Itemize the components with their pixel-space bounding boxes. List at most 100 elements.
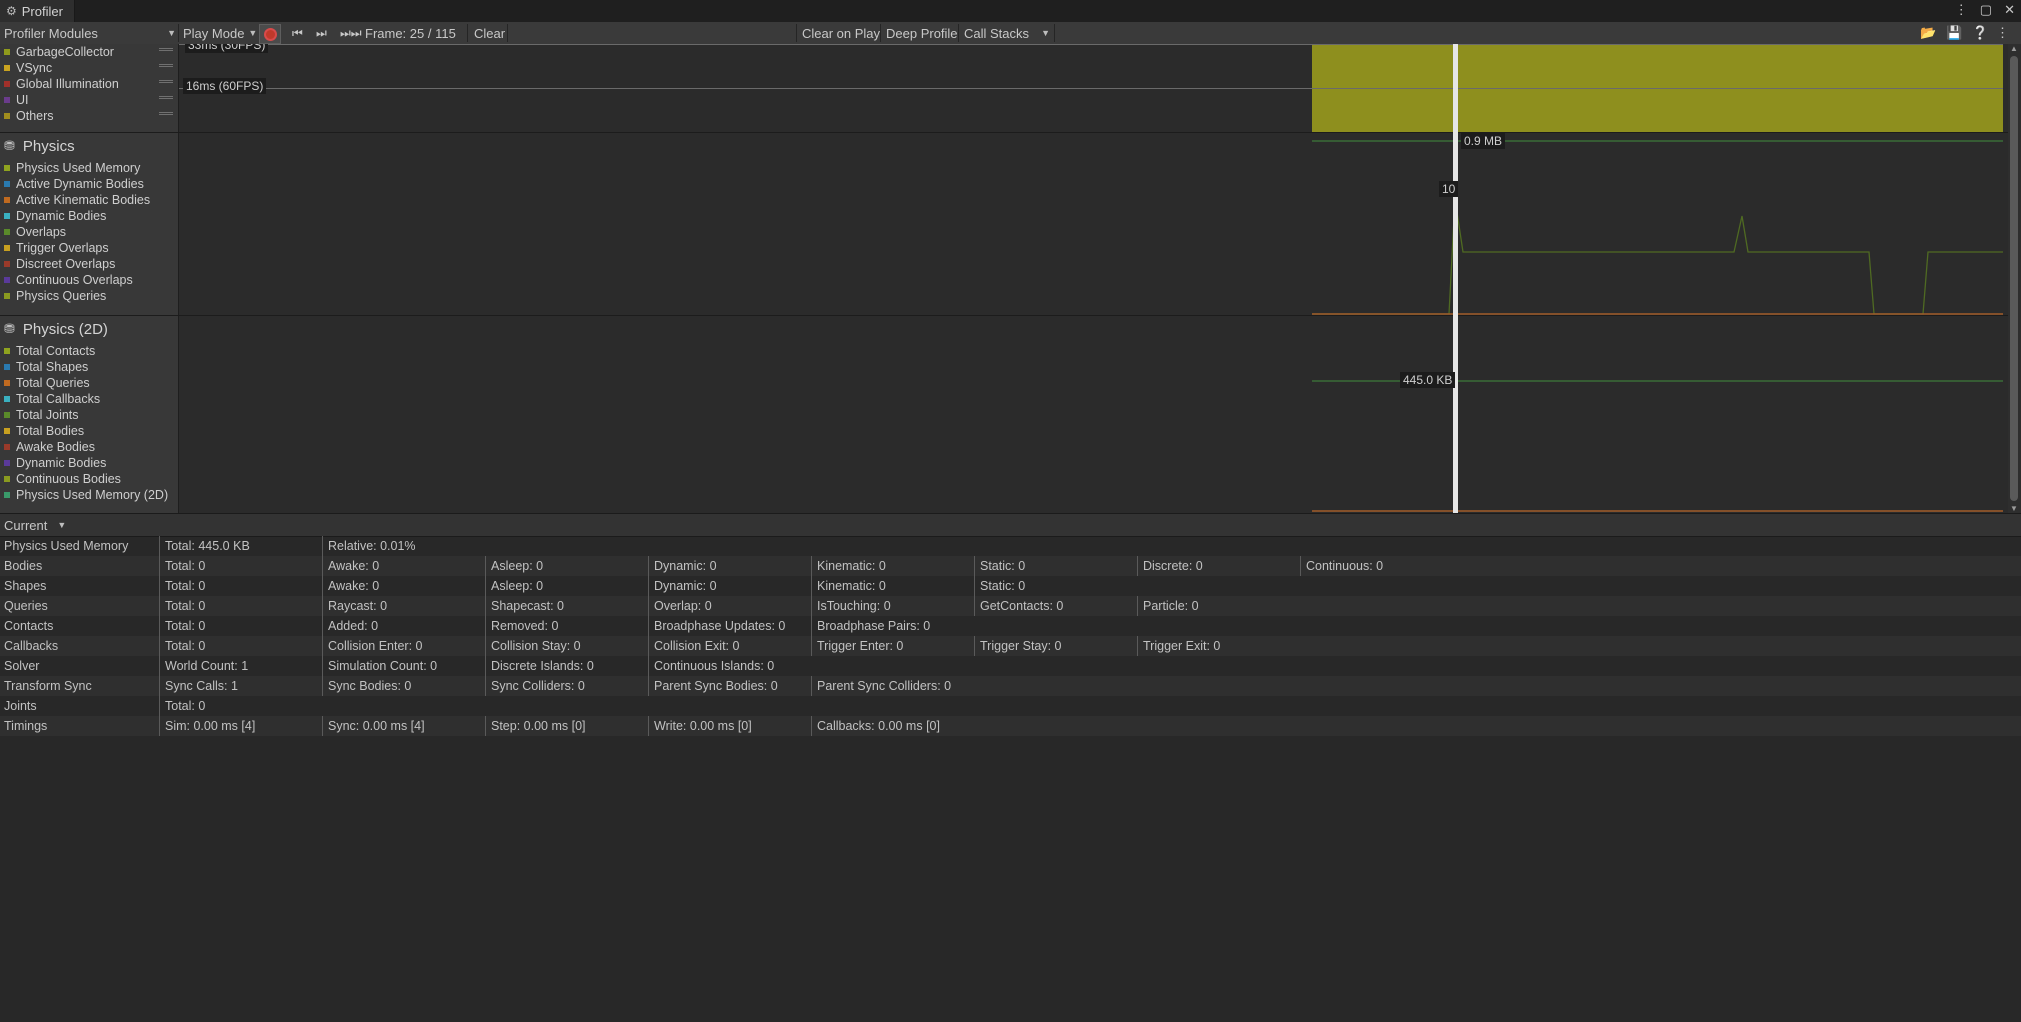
table-row: Transform Sync Sync Calls: 1 Sync Bodies: … [0, 676, 2021, 696]
profiler-tab[interactable]: ⚙ Profiler [0, 0, 75, 22]
legend-item[interactable]: Total Contacts [4, 343, 95, 359]
scroll-down-icon[interactable]: ▼ [2010, 504, 2018, 513]
legend-item[interactable]: Active Dynamic Bodies [4, 176, 144, 192]
module-list: GarbageCollector VSync Global Illuminati… [0, 44, 179, 513]
row-value: Total: 0 [159, 696, 205, 716]
drag-handle-icon[interactable] [159, 96, 173, 99]
row-value: Trigger Enter: 0 [811, 636, 903, 656]
drag-handle-icon[interactable] [159, 48, 173, 51]
row-label: Callbacks [4, 639, 59, 653]
legend-label: Dynamic Bodies [16, 456, 107, 470]
drag-handle-icon[interactable] [159, 112, 173, 115]
row-value: Total: 0 [159, 576, 205, 596]
row-value: Shapecast: 0 [485, 596, 564, 616]
legend-swatch [4, 348, 10, 354]
modules-label: Profiler Modules [4, 25, 98, 41]
row-value: Total: 0 [159, 556, 205, 576]
physics2d-memory-value: 445.0 KB [1400, 372, 1456, 388]
row-label: Contacts [4, 619, 54, 633]
save-button[interactable]: 💾 [1946, 22, 1962, 44]
current-frame-button[interactable]: ⏭⏭ [340, 22, 362, 44]
legend-item[interactable]: Dynamic Bodies [4, 455, 106, 471]
help-button[interactable]: ❔ [1972, 22, 1988, 44]
legend-item[interactable]: Total Shapes [4, 359, 88, 375]
legend-label: Others [16, 109, 54, 123]
row-label: Shapes [4, 579, 47, 593]
legend-item[interactable]: VSync [4, 60, 52, 76]
legend-item[interactable]: Total Joints [4, 407, 79, 423]
legend-item[interactable]: GarbageCollector [4, 44, 114, 60]
row-value: Trigger Stay: 0 [974, 636, 1062, 656]
legend-swatch [4, 428, 10, 434]
module-graphs[interactable]: 33ms (30FPS) 16ms (60FPS) 0.9 MB 10 445.… [179, 44, 2011, 513]
legend-item[interactable]: Physics Used Memory (2D) [4, 487, 168, 503]
legend-item[interactable]: Continuous Overlaps [4, 272, 133, 288]
legend-label: Global Illumination [16, 77, 119, 91]
scroll-up-icon[interactable]: ▲ [2010, 44, 2018, 53]
row-value: Overlap: 0 [648, 596, 712, 616]
play-mode-dropdown[interactable]: Play Mode ▼ [183, 22, 257, 44]
drag-handle-icon[interactable] [159, 64, 173, 67]
legend-item[interactable]: Total Bodies [4, 423, 84, 439]
legend-item[interactable]: Active Kinematic Bodies [4, 192, 150, 208]
legend-item[interactable]: Total Queries [4, 375, 90, 391]
row-label: Bodies [4, 559, 43, 573]
legend-swatch [4, 380, 10, 386]
options-button[interactable]: ⋮ [1996, 22, 2009, 44]
legend-item[interactable]: Dynamic Bodies [4, 208, 106, 224]
clear-on-play-button[interactable]: Clear on Play [802, 22, 880, 44]
load-button[interactable]: 📂 [1920, 22, 1936, 44]
physics-graph-bg [179, 133, 1312, 315]
deep-profile-button[interactable]: Deep Profile [886, 22, 958, 44]
profiler-toolbar: Profiler Modules ▼ Play Mode ▼ ⏮ ⏭ ⏭⏭ Fr… [0, 22, 2021, 45]
clear-button[interactable]: Clear [474, 22, 505, 44]
chevron-down-icon: ▼ [57, 520, 67, 530]
call-stacks-dropdown[interactable]: Call Stacks ▼ [964, 22, 1050, 44]
frame-counter: Frame: 25 / 115 [365, 25, 456, 41]
details-header: Current ▼ [0, 513, 2021, 537]
physics2d-module-header[interactable]: ⛃ Physics (2D) [4, 319, 108, 339]
legend-label: Total Contacts [16, 344, 96, 358]
legend-item[interactable]: Physics Used Memory [4, 160, 140, 176]
row-value: Step: 0.00 ms [0] [485, 716, 586, 736]
physics-icon: ⛃ [4, 138, 15, 153]
legend-item[interactable]: Awake Bodies [4, 439, 95, 455]
maximize-icon[interactable]: ▢ [1980, 2, 1992, 18]
legend-item[interactable]: Overlaps [4, 224, 66, 240]
scrollbar-thumb[interactable] [2010, 56, 2018, 501]
legend-label: Trigger Overlaps [16, 241, 109, 255]
row-value: Total: 445.0 KB [159, 536, 250, 556]
close-icon[interactable]: ✕ [2004, 2, 2015, 18]
row-value: Removed: 0 [485, 616, 558, 636]
record-icon [263, 27, 277, 41]
record-button[interactable] [259, 24, 281, 44]
legend-item[interactable]: Total Callbacks [4, 391, 100, 407]
row-value: World Count: 1 [159, 656, 248, 676]
legend-item[interactable]: Discreet Overlaps [4, 256, 115, 272]
next-frame-button[interactable]: ⏭ [316, 22, 327, 44]
view-mode-dropdown[interactable]: Current ▼ [4, 514, 66, 536]
row-label: Queries [4, 599, 48, 613]
row-value: Sync Colliders: 0 [485, 676, 585, 696]
selected-frame-marker[interactable] [1453, 44, 1458, 513]
legend-item[interactable]: Physics Queries [4, 288, 106, 304]
call-stacks-label: Call Stacks [964, 25, 1030, 41]
drag-handle-icon[interactable] [159, 80, 173, 83]
table-row: Timings Sim: 0.00 ms [4] Sync: 0.00 ms [4]… [0, 716, 2021, 736]
legend-label: Continuous Bodies [16, 472, 121, 486]
legend-item[interactable]: Others [4, 108, 54, 124]
table-row: Callbacks Total: 0 Collision Enter: 0 Colli… [0, 636, 2021, 656]
physics-module-header[interactable]: ⛃ Physics [4, 136, 75, 156]
row-value: Raycast: 0 [322, 596, 387, 616]
profiler-modules-dropdown[interactable]: Profiler Modules ▼ [4, 22, 176, 44]
row-value: Continuous: 0 [1300, 556, 1383, 576]
legend-item[interactable]: Global Illumination [4, 76, 119, 92]
legend-label: Total Bodies [16, 424, 85, 438]
legend-item[interactable]: UI [4, 92, 29, 108]
physics-memory-value: 0.9 MB [1461, 133, 1506, 149]
legend-item[interactable]: Continuous Bodies [4, 471, 121, 487]
previous-frame-button[interactable]: ⏮ [292, 22, 303, 44]
window-title: Profiler [21, 3, 63, 19]
more-options-icon[interactable]: ⋮ [1955, 2, 1968, 18]
legend-item[interactable]: Trigger Overlaps [4, 240, 109, 256]
